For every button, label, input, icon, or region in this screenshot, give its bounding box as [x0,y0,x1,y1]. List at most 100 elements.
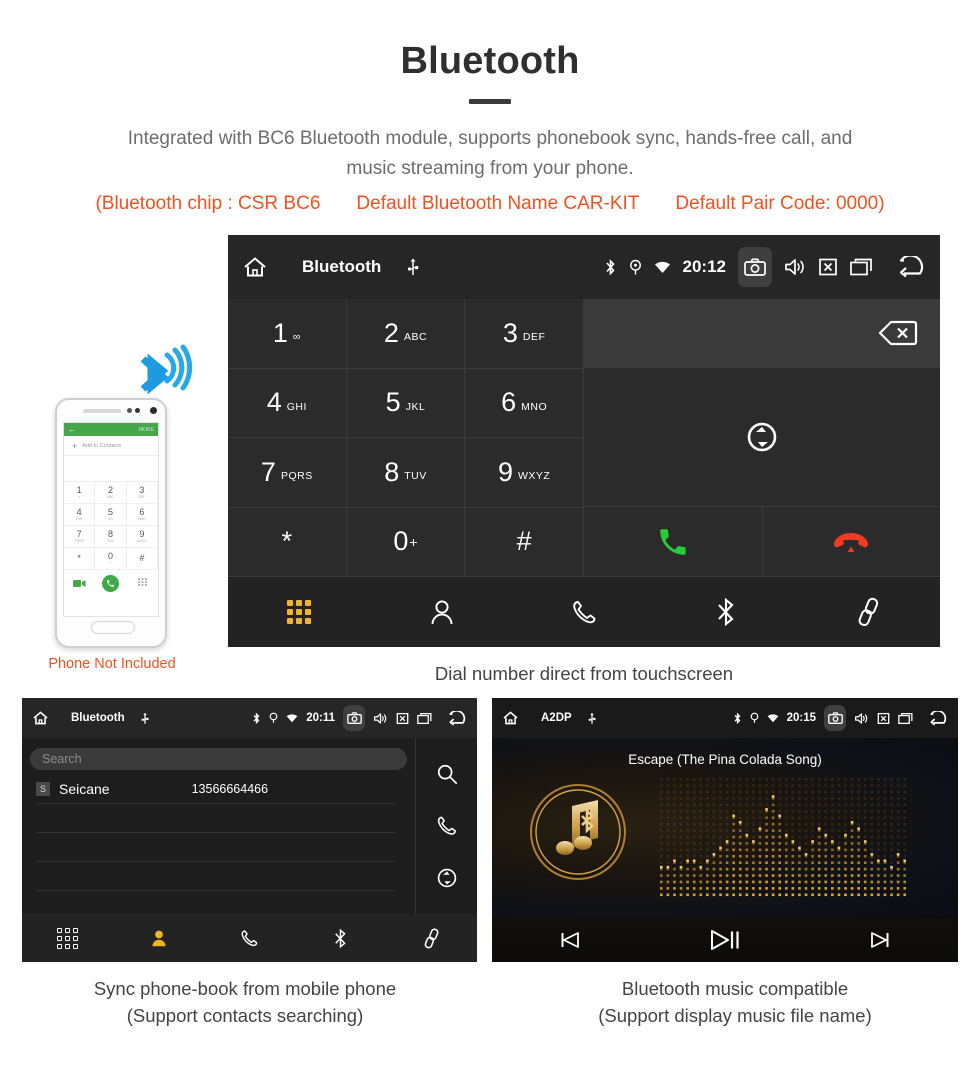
dial-key-sub: DEF [522,331,546,344]
nav-contacts-tab[interactable] [113,928,204,948]
dial-key-number: 1 [272,317,288,348]
phone-earpiece [83,409,121,413]
sync-icon [745,420,779,454]
dial-key-8[interactable]: 8 TUV [346,438,466,508]
usb-icon [141,712,149,725]
statusbar-right: 20:11 [244,705,477,731]
dial-key-7[interactable]: 7 PQRS [228,438,347,508]
phone-key: 3 DEF [126,482,158,504]
backspace-icon[interactable] [878,320,918,346]
nav-bluetooth-tab[interactable] [295,928,386,949]
phone-key: 5 JKL [95,504,127,526]
bluetooth-wireless-logo [125,343,203,395]
recent-apps-icon[interactable] [898,712,914,725]
phone-call-button [95,575,126,592]
nav-pairing-tab[interactable] [386,928,477,949]
nav-keypad-tab[interactable] [22,927,113,949]
statusbar-left: A2DP [502,710,596,726]
phone-key-num: 5 [107,507,113,517]
phone-key-num: 7 [76,529,82,539]
music-caption: Bluetooth music compatible (Support disp… [490,975,980,1029]
close-box-icon[interactable] [396,712,409,725]
dial-key-4[interactable]: 4 GHI [228,368,347,438]
bottom-captions: Sync phone-book from mobile phone (Suppo… [0,975,980,1029]
home-icon[interactable] [32,710,49,726]
dial-key-0[interactable]: 0 + [346,507,466,577]
dial-key-6[interactable]: 6 MNO [465,368,584,438]
search-input[interactable]: Search [30,748,407,770]
dial-key-hash[interactable]: # [465,507,584,577]
dial-key-number: 9 [497,456,513,487]
statusbar-right: 20:12 [592,247,940,287]
dial-key-1[interactable]: 1 ∞ [228,299,347,369]
phonebook-statusbar: Bluetooth 20:11 [22,698,477,738]
camera-icon[interactable] [343,705,365,731]
phone-key-sub: DEF [138,495,146,499]
dial-key-star[interactable]: * [228,507,347,577]
recent-apps-icon[interactable] [850,257,874,277]
play-pause-button[interactable] [647,929,802,951]
contact-name: Seicane [59,780,110,797]
dial-key-9[interactable]: 9 WXYZ [465,438,584,508]
camera-icon[interactable] [738,247,772,287]
phone-keypad: 1 ∞ 2 ABC 3 DEF 4 GHI 5 JKL 6 MNO 7 PQRS 8 TUV 9… [64,482,158,570]
phone-sensor-icon [127,408,132,413]
phone-key-sub: WXYZ [136,539,147,543]
phone-key-num: 0 [107,551,113,561]
back-arrow-icon[interactable] [928,710,948,726]
home-icon[interactable] [502,710,519,726]
call-answer-button[interactable] [584,507,763,577]
contact-row-empty [36,862,395,891]
location-pin-icon [750,712,759,724]
dialed-number-display[interactable] [584,299,940,368]
contact-row-empty [36,833,395,862]
volume-icon[interactable] [373,712,388,725]
call-end-button[interactable] [762,507,940,577]
phone-app-header: ← MORE [64,423,158,436]
phone-front-camera-icon [150,407,157,414]
contact-row[interactable]: S Seicane 13566664466 [36,774,395,804]
back-arrow-icon[interactable] [447,710,467,726]
phone-top-bezel [57,400,165,422]
close-box-icon[interactable] [818,257,838,277]
camera-icon[interactable] [824,705,846,731]
volume-icon[interactable] [854,712,869,725]
phone-key: 1 ∞ [64,482,96,504]
phonebook-caption: Sync phone-book from mobile phone (Suppo… [0,975,490,1029]
recent-apps-icon[interactable] [417,712,433,725]
nav-calllog-tab[interactable] [513,599,655,626]
home-icon[interactable] [242,255,268,279]
nav-pairing-tab[interactable] [798,597,940,627]
phone-key: 7 PQRS [64,526,96,548]
wifi-icon [654,260,671,274]
dial-key-number: # [516,526,532,557]
dial-key-2[interactable]: 2 ABC [346,299,466,369]
call-answer-icon [656,525,690,559]
next-track-button[interactable] [803,930,958,950]
dial-key-3[interactable]: 3 DEF [465,299,584,369]
volume-icon[interactable] [784,257,806,277]
dial-key-number: 0 [393,526,409,557]
dial-key-number: 4 [266,387,282,418]
sync-icon[interactable] [436,867,458,889]
music-statusbar: A2DP 20:15 [492,698,958,738]
previous-track-button[interactable] [492,930,647,950]
music-clock: 20:15 [786,712,816,724]
nav-bluetooth-tab[interactable] [655,597,797,627]
call-handset-icon[interactable] [436,815,458,837]
nav-keypad-tab[interactable] [228,600,370,624]
search-icon[interactable] [436,763,458,785]
dial-key-5[interactable]: 5 JKL [346,368,466,438]
dialer-sync-button[interactable] [584,368,940,507]
bluetooth-music-note-icon [524,778,632,886]
phone-key-num: * [77,553,81,563]
nav-contacts-tab[interactable] [370,598,512,626]
phone-number-field [64,456,158,482]
phone-key-num: 4 [76,507,82,517]
phone-bottom-bezel [57,617,165,645]
back-arrow-icon[interactable] [896,256,926,278]
nav-calllog-tab[interactable] [204,929,295,948]
close-box-icon[interactable] [877,712,890,725]
dial-key-plus: + [409,533,418,550]
spectrum-visualizer [658,776,908,898]
